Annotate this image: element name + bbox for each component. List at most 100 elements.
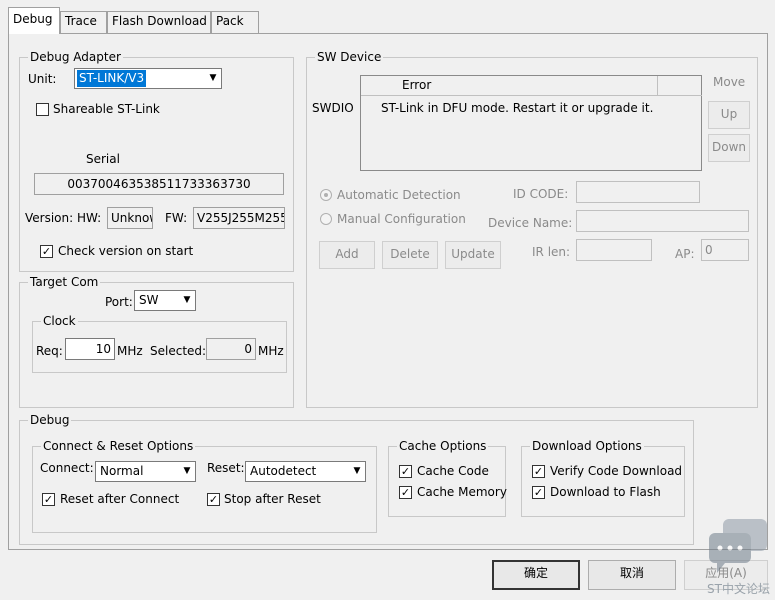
cache-options-title: Cache Options <box>397 438 489 454</box>
ap-label: AP: <box>675 247 695 261</box>
port-value: SW <box>139 293 159 307</box>
chevron-down-icon[interactable]: ▼ <box>349 462 365 481</box>
add-button[interactable]: Add <box>319 241 375 269</box>
ir-len-field[interactable] <box>576 239 652 261</box>
device-name-label: Device Name: <box>488 216 573 230</box>
serial-label: Serial <box>86 152 120 166</box>
tab-flash-download-label: Flash Download <box>112 14 207 28</box>
hw-version-field: Unknown <box>107 207 153 229</box>
delete-button[interactable]: Delete <box>382 241 438 269</box>
sw-device-group: SW Device Error ST-Link in DFU mode. Res… <box>306 49 758 408</box>
reset-after-connect-checkbox[interactable]: ✓ <box>42 493 55 506</box>
connect-reset-group: Connect & Reset Options Connect: Normal … <box>32 438 377 533</box>
download-options-group: Download Options ✓ Verify Code Download … <box>521 438 685 517</box>
connect-value: Normal <box>100 464 144 478</box>
table-header-error-label: Error <box>402 78 432 92</box>
swdio-label: SWDIO <box>312 101 354 115</box>
req-input[interactable]: 10 <box>65 338 115 360</box>
debug-tab-panel: Debug Adapter Unit: ST-LINK/V3 ▼ Shareab… <box>8 33 768 550</box>
ir-len-label: IR len: <box>532 245 571 259</box>
update-label: Update <box>451 247 495 261</box>
chevron-down-icon[interactable]: ▼ <box>179 462 195 481</box>
fw-label: FW: <box>165 211 188 225</box>
tab-pack-label: Pack <box>216 14 244 28</box>
verify-code-download-checkbox[interactable]: ✓ <box>532 465 545 478</box>
cache-memory-label: Cache Memory <box>417 485 507 499</box>
check-version-label: Check version on start <box>58 244 194 258</box>
selected-field: 0 <box>206 338 256 360</box>
auto-detect-label: Automatic Detection <box>337 188 461 202</box>
chevron-down-icon[interactable]: ▼ <box>179 291 195 310</box>
connect-label: Connect: <box>40 461 94 475</box>
req-value: 10 <box>95 342 111 356</box>
delete-label: Delete <box>390 247 430 261</box>
verify-code-download-label: Verify Code Download <box>550 464 683 478</box>
cache-code-label: Cache Code <box>417 464 489 478</box>
tab-debug[interactable]: Debug <box>8 7 60 34</box>
auto-detect-radio[interactable] <box>320 189 332 201</box>
fw-version-value: V255J255M255 <box>197 211 285 225</box>
cache-code-checkbox[interactable]: ✓ <box>399 465 412 478</box>
selected-unit: MHz <box>258 344 284 358</box>
cache-memory-checkbox[interactable]: ✓ <box>399 486 412 499</box>
reset-select[interactable]: Autodetect ▼ <box>245 461 366 482</box>
hw-version-value: Unknown <box>111 211 152 225</box>
ap-value: 0 <box>705 243 713 257</box>
watermark-text: ST中文论坛 <box>707 582 770 596</box>
ok-button[interactable]: 确定 <box>492 560 580 590</box>
ok-label: 确定 <box>523 566 548 580</box>
port-select[interactable]: SW ▼ <box>134 290 196 311</box>
debug-adapter-group: Debug Adapter Unit: ST-LINK/V3 ▼ Shareab… <box>19 49 294 272</box>
shareable-label: Shareable ST-Link <box>53 102 160 116</box>
fw-version-field: V255J255M255 <box>193 207 285 229</box>
chevron-down-icon[interactable]: ▼ <box>205 69 221 88</box>
manual-config-label: Manual Configuration <box>337 212 466 226</box>
table-header-extra <box>658 76 702 96</box>
st-forum-watermark: ST中文论坛 <box>707 517 770 597</box>
shareable-checkbox[interactable] <box>36 103 49 116</box>
connect-select[interactable]: Normal ▼ <box>95 461 196 482</box>
move-label: Move <box>713 75 746 89</box>
unit-select[interactable]: ST-LINK/V3 ▼ <box>74 68 222 89</box>
tab-flash-download[interactable]: Flash Download <box>107 11 211 33</box>
debug-adapter-title: Debug Adapter <box>28 49 123 65</box>
chat-bubble-icon <box>709 519 767 573</box>
stop-after-reset-label: Stop after Reset <box>224 492 321 506</box>
cache-options-group: Cache Options ✓ Cache Code ✓ Cache Memor… <box>388 438 507 517</box>
sw-device-table[interactable]: Error ST-Link in DFU mode. Restart it or… <box>360 75 702 171</box>
target-com-group: Target Com Port: SW ▼ Clock Req: 10 MHz … <box>19 274 294 408</box>
download-options-title: Download Options <box>530 438 644 454</box>
move-down-button[interactable]: Down <box>708 134 750 162</box>
id-code-field[interactable] <box>576 181 700 203</box>
check-version-checkbox[interactable]: ✓ <box>40 245 53 258</box>
serial-field: 003700463538511733363730 <box>34 173 284 195</box>
move-up-label: Up <box>720 107 738 121</box>
reset-value: Autodetect <box>250 464 317 478</box>
manual-config-radio[interactable] <box>320 213 332 225</box>
add-label: Add <box>335 247 359 261</box>
move-up-button[interactable]: Up <box>708 101 750 129</box>
update-button[interactable]: Update <box>445 241 501 269</box>
version-hw-label: Version: HW: <box>25 211 102 225</box>
sw-device-title: SW Device <box>315 49 384 65</box>
debug-group: Debug Connect & Reset Options Connect: N… <box>19 412 694 545</box>
connect-reset-title: Connect & Reset Options <box>41 438 196 454</box>
download-to-flash-label: Download to Flash <box>550 485 661 499</box>
tab-pack[interactable]: Pack <box>211 11 259 33</box>
clock-title: Clock <box>41 313 78 329</box>
ap-field[interactable]: 0 <box>701 239 749 261</box>
move-down-label: Down <box>711 140 746 154</box>
port-label: Port: <box>105 295 133 309</box>
cancel-label: 取消 <box>619 566 644 580</box>
cancel-button[interactable]: 取消 <box>588 560 676 590</box>
target-com-title: Target Com <box>28 274 101 290</box>
stop-after-reset-checkbox[interactable]: ✓ <box>207 493 220 506</box>
unit-label: Unit: <box>28 72 57 86</box>
download-to-flash-checkbox[interactable]: ✓ <box>532 486 545 499</box>
selected-label: Selected: <box>150 344 207 358</box>
selected-value: 0 <box>244 342 252 356</box>
id-code-label: ID CODE: <box>513 187 569 201</box>
device-name-field[interactable] <box>576 210 749 232</box>
tab-trace[interactable]: Trace <box>60 11 107 33</box>
reset-label: Reset: <box>207 461 245 475</box>
